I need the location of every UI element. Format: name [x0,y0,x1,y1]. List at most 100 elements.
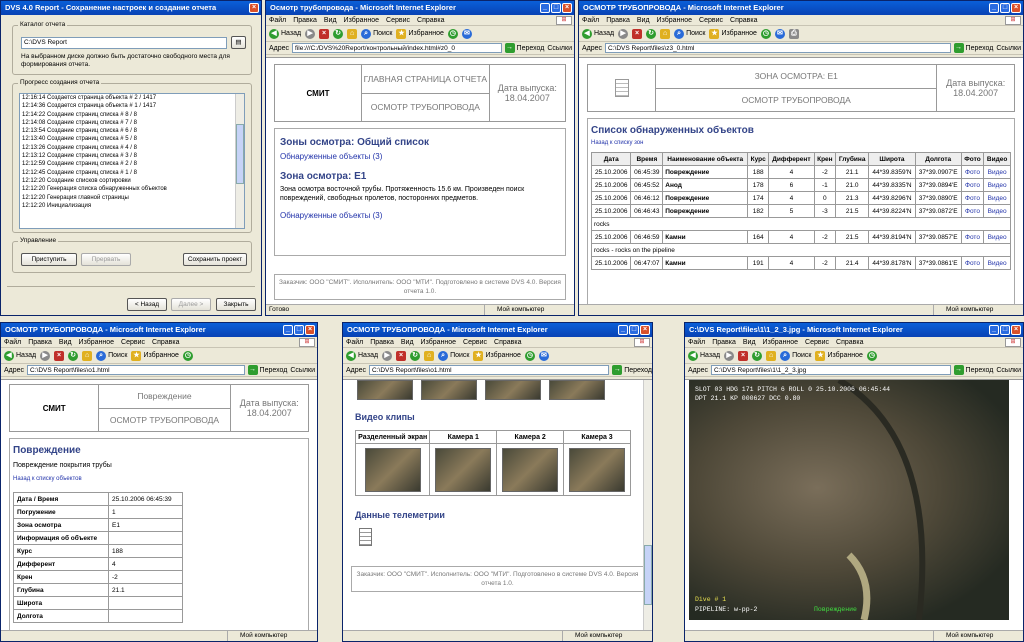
table-cell[interactable]: Фото [960,191,985,205]
table-cell[interactable]: Фото [960,178,985,192]
menu-item[interactable]: Вид [637,17,650,24]
table-cell[interactable]: Видео [983,230,1011,244]
menu-item[interactable]: Справка [152,339,179,346]
close-icon[interactable]: × [305,325,315,335]
history-icon[interactable]: ◷ [760,28,771,39]
close-button[interactable]: Закрыть [216,298,256,311]
column-header[interactable]: Долгота [914,152,962,166]
stop-icon[interactable]: × [54,350,65,361]
refresh-icon[interactable]: ↻ [68,350,79,361]
table-cell[interactable]: Видео [983,204,1011,218]
telemetry-file-icon[interactable] [359,528,372,546]
video-thumbnail[interactable] [569,447,626,492]
close-icon[interactable]: × [640,325,650,335]
history-icon[interactable]: ◷ [182,350,193,361]
catalog-path-input[interactable]: C:\DVS Report [21,37,227,49]
stop-icon[interactable]: × [319,28,330,39]
column-header[interactable]: Широта [868,152,916,166]
title-bar[interactable]: ОСМОТР ТРУБОПРОВОДА - Microsoft Internet… [579,1,1023,15]
forward-arrow-icon[interactable]: ▶ [618,28,629,39]
refresh-icon[interactable]: ↻ [646,28,657,39]
back-button[interactable]: ◀ Назад [582,28,614,39]
favorites-button[interactable]: ★ Избранное [131,350,179,361]
stop-icon[interactable]: × [738,350,749,361]
menu-item[interactable]: Файл [346,339,363,346]
menu-item[interactable]: Избранное [344,17,379,24]
history-icon[interactable]: ◷ [447,28,458,39]
menu-item[interactable]: Вид [324,17,337,24]
table-cell[interactable]: Видео [983,178,1011,192]
column-header[interactable]: Время [630,152,664,166]
address-input[interactable]: file:///C:/DVS%20Report/контрольный/inde… [292,43,502,53]
favorites-button[interactable]: ★ Избранное [815,350,863,361]
favorites-button[interactable]: ★ Избранное [396,28,444,39]
zone-objects-link[interactable]: Обнаруженные объекты (3) [280,211,560,220]
menu-item[interactable]: Избранное [421,339,456,346]
maximize-icon[interactable]: □ [294,325,304,335]
minimize-icon[interactable]: _ [283,325,293,335]
address-input[interactable]: C:\DVS Report\files\z3_0.html [605,43,951,53]
minimize-icon[interactable]: _ [989,325,999,335]
column-header[interactable]: Наименование объекта [662,152,749,166]
objects-link[interactable]: Обнаруженные объекты (3) [280,152,560,161]
menu-item[interactable]: Избранное [657,17,692,24]
search-button[interactable]: ⌕ Поиск [780,350,811,361]
home-icon[interactable]: ⌂ [424,350,435,361]
maximize-icon[interactable]: □ [551,3,561,13]
search-button[interactable]: ⌕ Поиск [361,28,392,39]
menu-item[interactable]: Справка [836,339,863,346]
table-cell[interactable]: Видео [983,191,1011,205]
menu-item[interactable]: Вид [401,339,414,346]
menu-item[interactable]: Правка [606,17,630,24]
close-icon[interactable]: × [249,3,259,13]
maximize-icon[interactable]: □ [1000,3,1010,13]
column-header[interactable]: Дифферент [768,152,815,166]
links-button[interactable]: Ссылки [547,45,574,52]
menu-item[interactable]: Избранное [763,339,798,346]
menu-item[interactable]: Справка [417,17,444,24]
forward-arrow-icon[interactable]: ▶ [305,28,316,39]
forward-arrow-icon[interactable]: ▶ [40,350,51,361]
table-cell[interactable]: Видео [983,256,1011,270]
menu-item[interactable]: Справка [494,339,521,346]
links-button[interactable]: Ссылки [996,45,1023,52]
start-button[interactable]: Приступить [21,253,77,266]
photo-thumbnail[interactable] [421,380,477,400]
search-button[interactable]: ⌕ Поиск [438,350,469,361]
menu-item[interactable]: Правка [370,339,394,346]
browse-folder-button[interactable]: ▤ [231,36,246,49]
video-thumbnail[interactable] [502,447,559,492]
table-cell[interactable]: Фото [960,204,985,218]
maximize-icon[interactable]: □ [629,325,639,335]
go-button[interactable]: → Переход [953,365,993,375]
home-icon[interactable]: ⌂ [660,28,671,39]
column-header[interactable]: Крен [813,152,837,166]
title-bar[interactable]: ОСМОТР ТРУБОПРОВОДА - Microsoft Internet… [343,323,652,337]
forward-arrow-icon[interactable]: ▶ [724,350,735,361]
stop-icon[interactable]: × [396,350,407,361]
home-icon[interactable]: ⌂ [82,350,93,361]
back-to-zones-link[interactable]: Назад к списку зон [591,140,1011,146]
menu-item[interactable]: Файл [582,17,599,24]
video-thumbnail[interactable] [364,447,421,492]
column-header[interactable]: Дата [590,152,632,166]
table-cell[interactable]: Фото [960,256,985,270]
photo-thumbnail[interactable] [357,380,413,400]
back-to-objects-link[interactable]: Назад к списку объектов [13,476,305,482]
menu-item[interactable]: Сервис [699,17,723,24]
address-input[interactable]: C:\DVS Report\files\o1.html [27,365,245,375]
back-button[interactable]: ◀ Назад [4,350,36,361]
address-input[interactable]: C:\DVS Report\files\o1.html [369,365,610,375]
column-header[interactable]: Курс [747,152,770,166]
refresh-icon[interactable]: ↻ [333,28,344,39]
forward-arrow-icon[interactable]: ▶ [382,350,393,361]
menu-item[interactable]: Правка [712,339,736,346]
table-cell[interactable]: Фото [960,165,985,179]
minimize-icon[interactable]: _ [618,325,628,335]
favorites-button[interactable]: ★ Избранное [473,350,521,361]
favorites-button[interactable]: ★ Избранное [709,28,757,39]
search-button[interactable]: ⌕ Поиск [674,28,705,39]
close-icon[interactable]: × [562,3,572,13]
back-button[interactable]: ◀ Назад [688,350,720,361]
title-bar[interactable]: DVS 4.0 Report - Сохранение настроек и с… [1,1,261,15]
